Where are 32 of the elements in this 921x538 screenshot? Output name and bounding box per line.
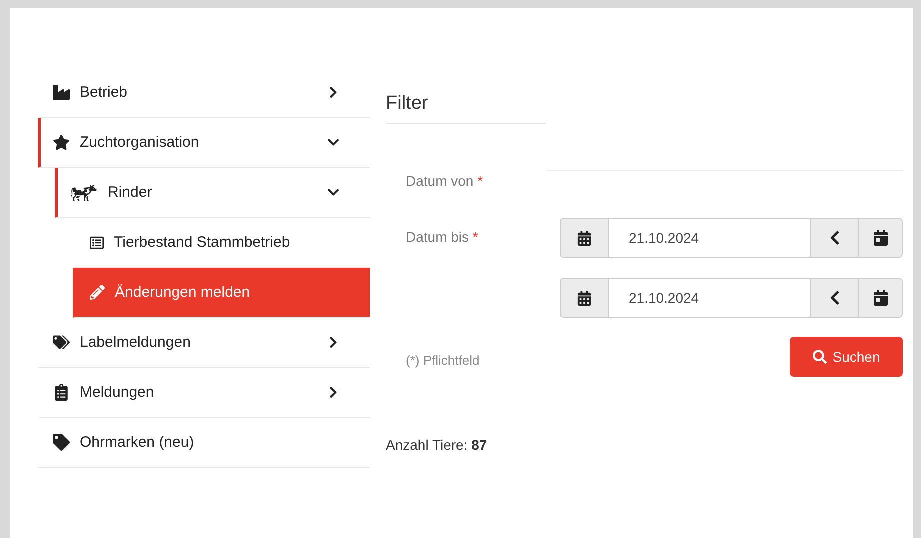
required-note: (*) Pflichtfeld <box>406 353 480 368</box>
factory-icon <box>53 84 70 101</box>
chevron-down-icon <box>327 186 340 199</box>
field-label: Datum von * <box>406 173 484 189</box>
chevron-down-icon <box>327 136 340 149</box>
calendar-button[interactable] <box>858 219 902 257</box>
previous-button[interactable] <box>810 219 858 257</box>
chevron-right-icon <box>327 336 340 349</box>
search-icon <box>812 350 827 364</box>
clipboard-icon <box>53 384 70 401</box>
calendar-icon <box>561 279 609 317</box>
chevron-right-icon <box>327 86 340 99</box>
calendar-icon <box>561 219 609 257</box>
date-field[interactable]: 21.10.2024 <box>560 278 903 318</box>
sidebar-item[interactable]: Rinder <box>55 168 370 218</box>
tags-icon <box>53 334 70 351</box>
search-button[interactable]: Suchen <box>790 337 903 377</box>
list-icon <box>90 236 104 250</box>
pencil-icon <box>90 285 105 300</box>
previous-button[interactable] <box>810 279 858 317</box>
calendar-button[interactable] <box>858 279 902 317</box>
chevron-right-icon <box>327 386 340 399</box>
star-icon <box>53 134 70 151</box>
field-label: Datum bis * <box>406 229 480 245</box>
sidebar-item[interactable]: Änderungen melden <box>73 268 370 318</box>
tag-icon <box>53 434 70 451</box>
animal-count: Anzahl Tiere: 87 <box>386 437 488 453</box>
date-field[interactable]: 21.10.2024 <box>560 218 903 258</box>
sidebar-item[interactable]: Zuchtorganisation <box>38 118 370 168</box>
filter-title: Filter <box>386 68 546 124</box>
calendar-day-icon <box>872 230 888 246</box>
calendar-day-icon <box>872 290 888 306</box>
